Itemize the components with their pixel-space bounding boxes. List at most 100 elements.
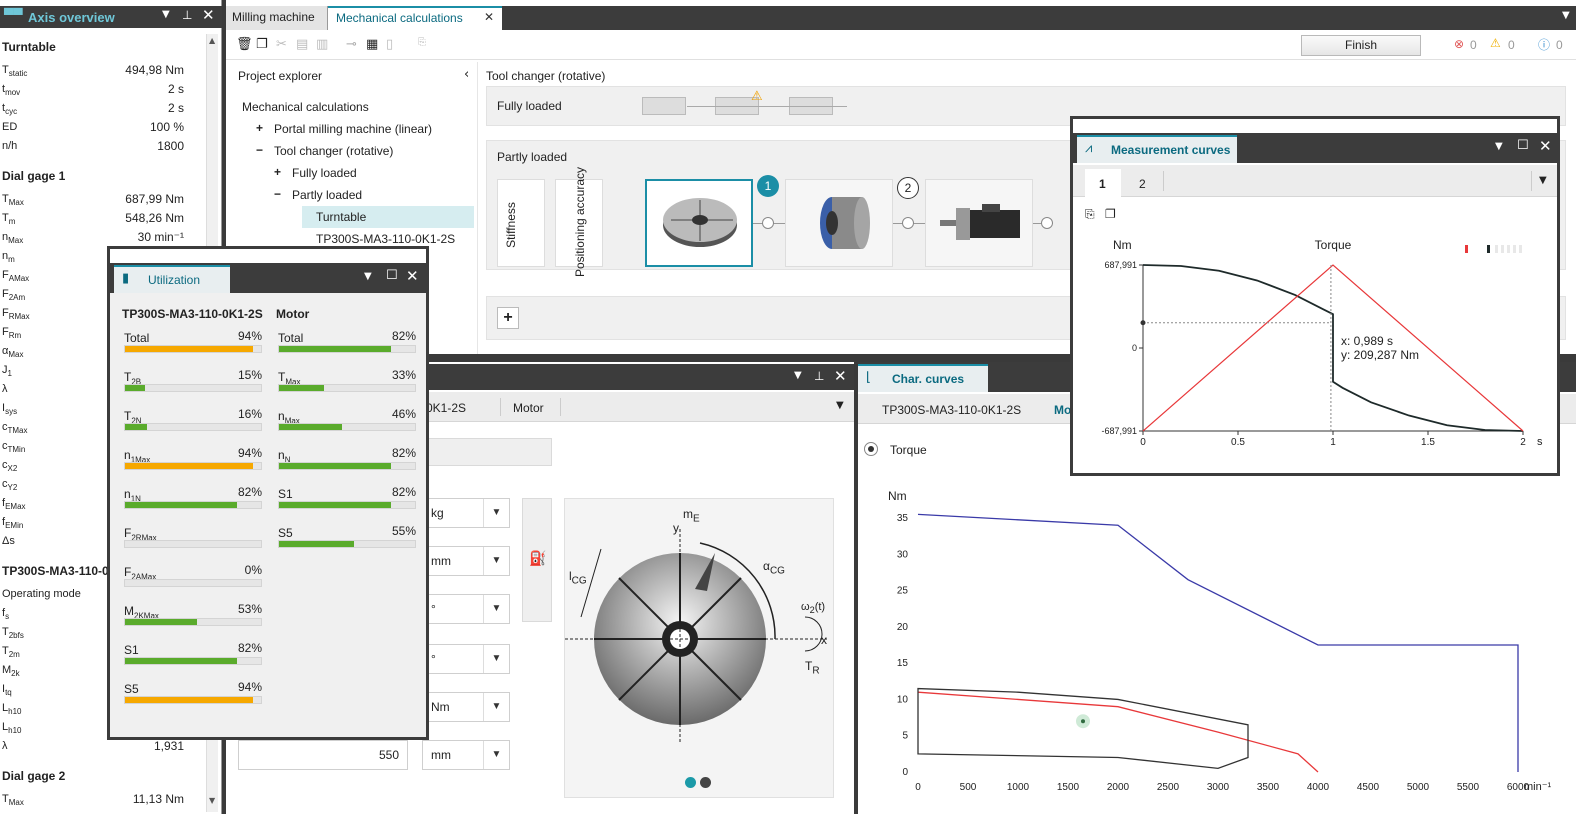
warning-icon[interactable]: ⚠ [1490,36,1501,50]
dropdown-icon[interactable]: ▼ [794,370,802,381]
param-sub: Rm [8,331,22,341]
chain-end-node[interactable] [1041,217,1053,229]
x-tick-label: 0 [915,782,921,793]
param-symbol: ED [2,121,18,133]
pin-icon[interactable]: ⊥ [814,369,824,383]
collapse-icon[interactable]: ‹ [464,67,469,82]
page-dot[interactable] [700,777,711,788]
expander-icon[interactable]: + [274,165,281,179]
tree-item[interactable]: Mechanical calculations [226,98,476,118]
mini-turntable[interactable] [642,97,686,115]
utilization-bar-fill [125,697,253,703]
label-x: x [821,633,827,647]
unit-dropdown[interactable]: mm ▼ [422,740,510,770]
utilization-percent: 0% [244,563,262,577]
close-icon[interactable]: ✕ [834,367,847,385]
gearbox-component[interactable] [785,179,893,267]
x-tick-label: 2000 [1107,782,1130,793]
dropdown-icon[interactable]: ▼ [364,271,372,282]
close-icon[interactable]: ✕ [1539,137,1552,155]
paste-icon[interactable]: ▤ [296,37,308,52]
node-1[interactable]: 1 [757,175,779,197]
maximize-icon[interactable]: ☐ [1517,138,1529,153]
dropdown-icon[interactable]: ▼ [162,9,170,20]
expander-icon[interactable]: − [274,187,281,201]
duplicate-icon[interactable]: ▥ [316,37,328,52]
export-icon[interactable]: ⎘ [418,37,426,48]
pin-icon[interactable]: ⊥ [182,8,192,22]
chevron-down-icon[interactable]: ▼ [483,547,509,575]
info-icon[interactable]: ⓘ [1538,36,1550,53]
tree-item[interactable]: + Fully loaded [226,164,476,184]
tree-item[interactable]: − Partly loaded [226,186,476,206]
delete-icon[interactable]: 🗑 [236,37,253,52]
unit-dropdown[interactable]: mm ▼ [422,546,510,576]
stiffness-button[interactable]: Stiffness [497,179,545,267]
chevron-down-icon[interactable]: ▼ [483,499,509,527]
param-sub: Max [8,798,24,808]
error-icon[interactable]: ⊗ [1454,37,1464,51]
tab-label: Mechanical calculations [336,11,463,25]
tab-motor[interactable]: Mo [1054,403,1071,417]
tab-mechanical-calculations[interactable]: Mechanical calculations ✕ [328,6,502,30]
measurement-tab[interactable]: ⩘ Measurement curves [1077,135,1237,163]
copy-icon[interactable]: ❐ [1105,207,1116,221]
node-1-joint[interactable] [762,217,774,229]
link-icon[interactable]: ⊸ [346,37,357,52]
turntable-component[interactable] [645,179,753,267]
y-tick-label: 30 [897,549,909,560]
param-sub: 2Am [8,293,26,303]
tab-milling-machine[interactable]: Milling machine [226,6,328,30]
x-tick-label: 4000 [1307,782,1330,793]
char-curves-tab[interactable]: ⌊ Char. curves [858,364,988,392]
param-name: Tstatic [2,64,27,78]
page-dot-active[interactable] [685,777,696,788]
close-icon[interactable]: ✕ [202,6,215,24]
copy-icon[interactable]: ❐ [256,37,268,52]
document-icon[interactable]: ▯ [386,37,393,52]
chevron-down-icon[interactable]: ▼ [1539,175,1547,186]
unit-dropdown[interactable]: ° ▼ [422,594,510,624]
motor-select-button[interactable]: ⛽ [522,498,552,622]
utilization-bar-fill [279,463,391,469]
chevron-down-icon[interactable]: ▼ [1562,10,1570,21]
chevron-down-icon[interactable]: ▼ [483,741,509,769]
unit-dropdown[interactable]: Nm ▼ [422,692,510,722]
calculator-icon[interactable]: ▦ [366,37,378,52]
value-input[interactable]: 550 [238,740,408,770]
node-2-joint[interactable] [902,217,914,229]
chevron-down-icon[interactable]: ▼ [836,400,844,411]
scroll-down-icon[interactable]: ▼ [209,796,215,805]
chevron-down-icon[interactable]: ▼ [483,645,509,673]
param-name: TMax [2,793,24,807]
torque-radio[interactable] [864,442,878,456]
chevron-down-icon[interactable]: ▼ [483,693,509,721]
node-2[interactable]: 2 [897,177,919,199]
maximize-icon[interactable]: ☐ [386,268,398,283]
unit-dropdown[interactable]: ° ▼ [422,644,510,674]
close-icon[interactable]: ✕ [406,267,419,285]
chevron-down-icon[interactable]: ▼ [483,595,509,623]
gearbox-image [820,197,870,249]
motor-component[interactable] [925,179,1033,267]
cut-icon[interactable]: ✂ [276,37,287,52]
dropdown-icon[interactable]: ▼ [1495,141,1503,152]
unit-dropdown[interactable]: kg ▼ [422,498,510,528]
finish-button[interactable]: Finish [1301,35,1421,56]
scroll-up-icon[interactable]: ▲ [209,36,215,45]
positioning-accuracy-button[interactable]: Positioning accuracy [555,167,603,277]
expander-icon[interactable]: − [256,143,263,157]
add-button[interactable]: + [497,307,519,329]
param-name: T2bfs [2,626,24,640]
tree-item[interactable]: Turntable [226,206,476,228]
tab-1[interactable]: 1 [1085,169,1121,197]
export-icon[interactable]: ⎘ [1085,207,1095,222]
tab-2[interactable]: 2 [1139,177,1146,191]
close-tab-icon[interactable]: ✕ [484,10,494,24]
tab-gearbox[interactable]: TP300S-MA3-110-0K1-2S [882,403,1021,417]
tree-item[interactable]: − Tool changer (rotative) [226,142,476,162]
cursor-marker [1140,320,1146,326]
tree-item[interactable]: + Portal milling machine (linear) [226,120,476,140]
expander-icon[interactable]: + [256,121,263,135]
utilization-tab[interactable]: ▮ Utilization [114,265,230,293]
